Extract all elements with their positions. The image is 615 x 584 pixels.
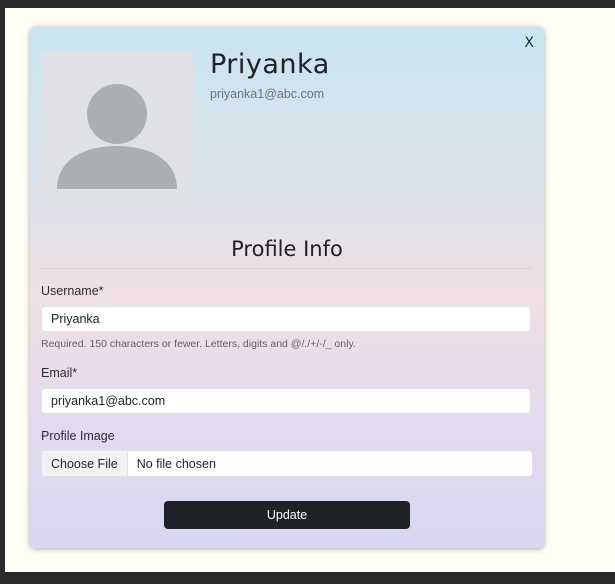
username-input[interactable] (41, 306, 531, 332)
file-status-text: No file chosen (136, 456, 216, 471)
update-button[interactable]: Update (164, 501, 410, 529)
username-label: Username* (41, 284, 104, 298)
divider (41, 268, 533, 269)
email-label: Email* (41, 366, 78, 380)
profile-image-file-input[interactable]: Choose File No file chosen (41, 450, 533, 477)
user-silhouette-icon (57, 84, 177, 189)
profile-email: priyanka1@abc.com (210, 87, 325, 101)
avatar (41, 51, 193, 205)
close-button[interactable]: X (524, 35, 534, 51)
profile-name: Priyanka (210, 49, 330, 80)
username-help-text: Required. 150 characters or fewer. Lette… (41, 338, 356, 350)
profile-image-label: Profile Image (41, 429, 115, 443)
choose-file-button[interactable]: Choose File (42, 451, 128, 476)
section-title: Profile Info (231, 237, 343, 261)
email-input[interactable] (41, 388, 531, 414)
profile-modal: X Priyanka priyanka1@abc.com Profile Inf… (30, 27, 544, 548)
